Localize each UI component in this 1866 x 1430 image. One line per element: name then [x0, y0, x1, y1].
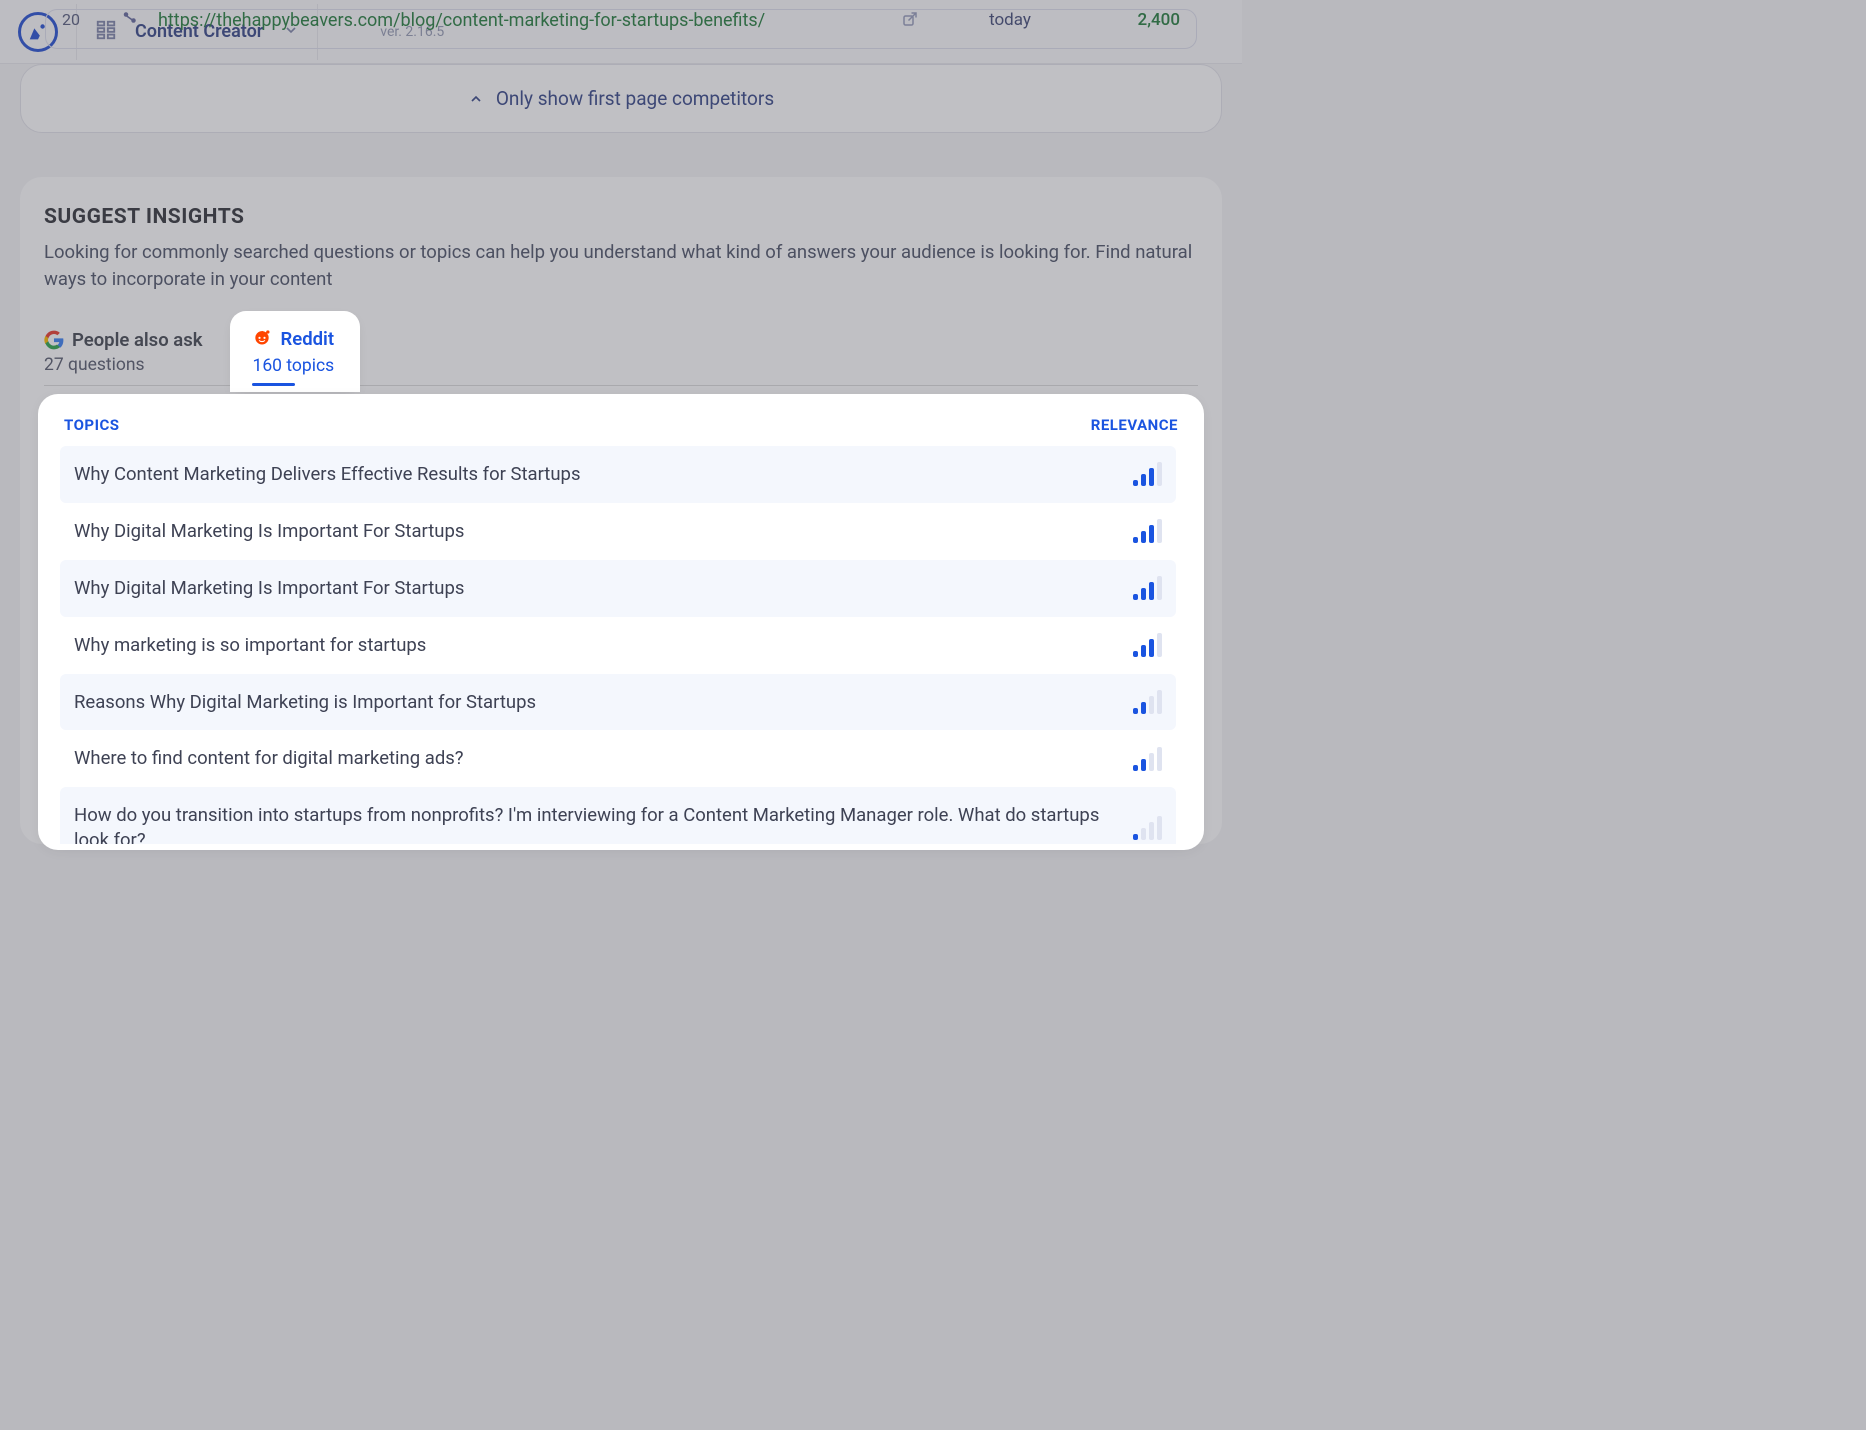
competitor-row[interactable]: 20 https://thehappybeavers.com/blog/cont…: [45, 9, 1197, 49]
tab-reddit[interactable]: Reddit 160 topics: [236, 317, 354, 386]
competitor-rank: 20: [62, 10, 120, 29]
insights-card: SUGGEST INSIGHTS Looking for commonly se…: [20, 177, 1222, 844]
tab-paa-sub: 27 questions: [44, 355, 202, 375]
google-icon: [44, 330, 64, 350]
relevance-bars-icon: [1133, 816, 1162, 840]
topic-row[interactable]: Why marketing is so important for startu…: [60, 617, 1176, 674]
topic-title: Why Digital Marketing Is Important For S…: [74, 576, 1133, 601]
toggle-only-first-label: Only show first page competitors: [496, 87, 774, 110]
tab-paa-title: People also ask: [72, 329, 202, 351]
col-relevance[interactable]: RELEVANCE: [1091, 416, 1178, 434]
chevron-up-icon: [468, 91, 484, 107]
tab-reddit-sub: 160 topics: [252, 356, 334, 376]
topic-title: Where to find content for digital market…: [74, 746, 1133, 771]
toggle-only-first-page[interactable]: Only show first page competitors: [21, 87, 1221, 110]
topic-row[interactable]: Why Digital Marketing Is Important For S…: [60, 560, 1176, 617]
competitor-words: 2,400: [1080, 10, 1180, 30]
relevance-bars-icon: [1133, 690, 1162, 714]
topic-title: Reasons Why Digital Marketing is Importa…: [74, 690, 1133, 715]
relevance-bars-icon: [1133, 633, 1162, 657]
tab-people-also-ask[interactable]: People also ask 27 questions: [44, 329, 202, 385]
competitor-url[interactable]: https://thehappybeavers.com/blog/content…: [158, 10, 880, 31]
topic-row[interactable]: Why Digital Marketing Is Important For S…: [60, 503, 1176, 560]
relevance-bars-icon: [1133, 519, 1162, 543]
competitors-card: 20 https://thehappybeavers.com/blog/cont…: [20, 64, 1222, 133]
topic-title: Why Digital Marketing Is Important For S…: [74, 519, 1133, 544]
relevance-bars-icon: [1133, 747, 1162, 771]
topic-row[interactable]: Reasons Why Digital Marketing is Importa…: [60, 674, 1176, 731]
insights-heading: SUGGEST INSIGHTS: [44, 205, 1198, 229]
topics-panel: TOPICS RELEVANCE Why Content Marketing D…: [44, 400, 1198, 844]
competitor-link[interactable]: https://thehappybeavers.com/blog/content…: [158, 10, 765, 31]
topic-title: Why Content Marketing Delivers Effective…: [74, 462, 1133, 487]
relevance-bars-icon: [1133, 462, 1162, 486]
competitor-date: today: [940, 10, 1080, 30]
insights-lead: Looking for commonly searched questions …: [44, 239, 1198, 293]
topic-row[interactable]: Where to find content for digital market…: [60, 730, 1176, 787]
reddit-icon: [252, 327, 272, 352]
open-external-icon[interactable]: [880, 10, 940, 32]
topic-title: How do you transition into startups from…: [74, 803, 1133, 843]
topic-row[interactable]: Why Content Marketing Delivers Effective…: [60, 446, 1176, 503]
topic-row[interactable]: How do you transition into startups from…: [60, 787, 1176, 843]
relevance-bars-icon: [1133, 576, 1162, 600]
topics-list[interactable]: Why Content Marketing Delivers Effective…: [60, 446, 1182, 844]
topic-title: Why marketing is so important for startu…: [74, 633, 1133, 658]
col-topics[interactable]: TOPICS: [64, 416, 120, 434]
tab-reddit-title: Reddit: [280, 328, 334, 350]
competitor-favicon: [120, 10, 158, 32]
insights-tabs: People also ask 27 questions Reddit 160 …: [44, 317, 1198, 386]
